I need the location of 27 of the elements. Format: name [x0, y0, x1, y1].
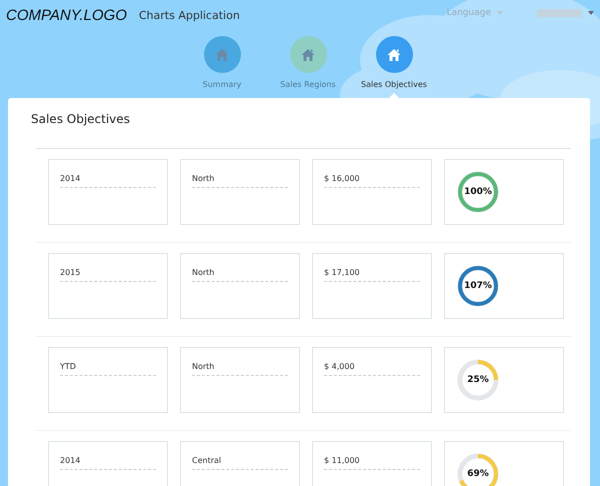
- period-value: 2014: [60, 456, 156, 470]
- amount-value: $ 4,000: [324, 362, 420, 376]
- period-value: YTD: [60, 362, 156, 376]
- percent-label: 107%: [463, 280, 493, 293]
- home-icon: [387, 48, 401, 62]
- app-title: Charts Application: [138, 8, 240, 22]
- caret-icon[interactable]: [588, 11, 594, 15]
- region-value: North: [192, 268, 288, 282]
- period-value: 2014: [60, 174, 156, 188]
- blurred-username: [537, 9, 582, 17]
- percent-label: 69%: [466, 468, 490, 481]
- company-logo: COMPANY.LOGO: [6, 6, 127, 24]
- period-value: 2015: [60, 268, 156, 282]
- region-value: North: [192, 174, 288, 188]
- amount-value: $ 16,000: [324, 174, 420, 188]
- region-value: Central: [192, 456, 288, 470]
- region-value: North: [192, 362, 288, 376]
- home-icon: [215, 48, 229, 62]
- home-icon: [301, 48, 315, 62]
- percent-label: 25%: [466, 374, 490, 387]
- language-dropdown[interactable]: Language: [446, 8, 491, 18]
- percent-label: 100%: [463, 186, 493, 199]
- nav-tab[interactable]: Sales Regions: [266, 30, 350, 98]
- amount-value: $ 17,100: [324, 268, 420, 282]
- amount-value: $ 11,000: [324, 456, 420, 470]
- nav-tab[interactable]: Summary: [180, 30, 264, 98]
- panel-title: Sales Objectives: [31, 112, 131, 126]
